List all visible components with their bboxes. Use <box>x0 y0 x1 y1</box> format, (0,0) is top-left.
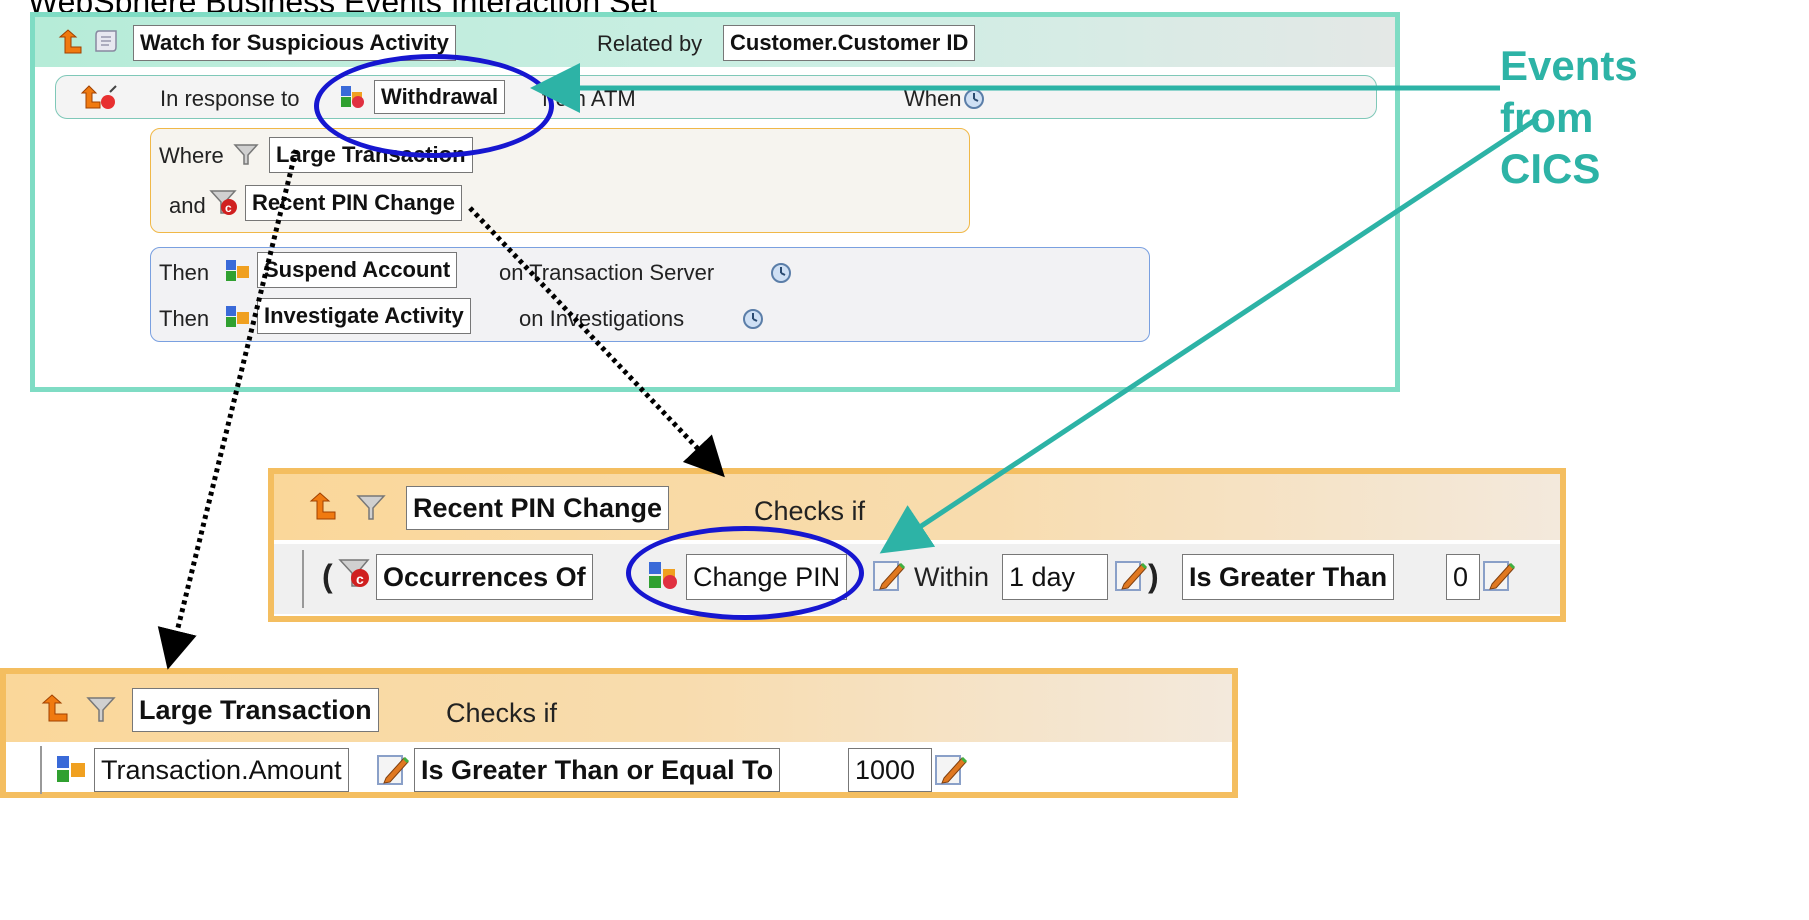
connector-arrows <box>157 63 1540 670</box>
dotted-arrow-to-large-transaction <box>157 149 299 670</box>
teal-arrow-to-change-pin <box>879 115 1540 554</box>
dotted-arrow-to-recent-pin-change <box>468 206 725 478</box>
